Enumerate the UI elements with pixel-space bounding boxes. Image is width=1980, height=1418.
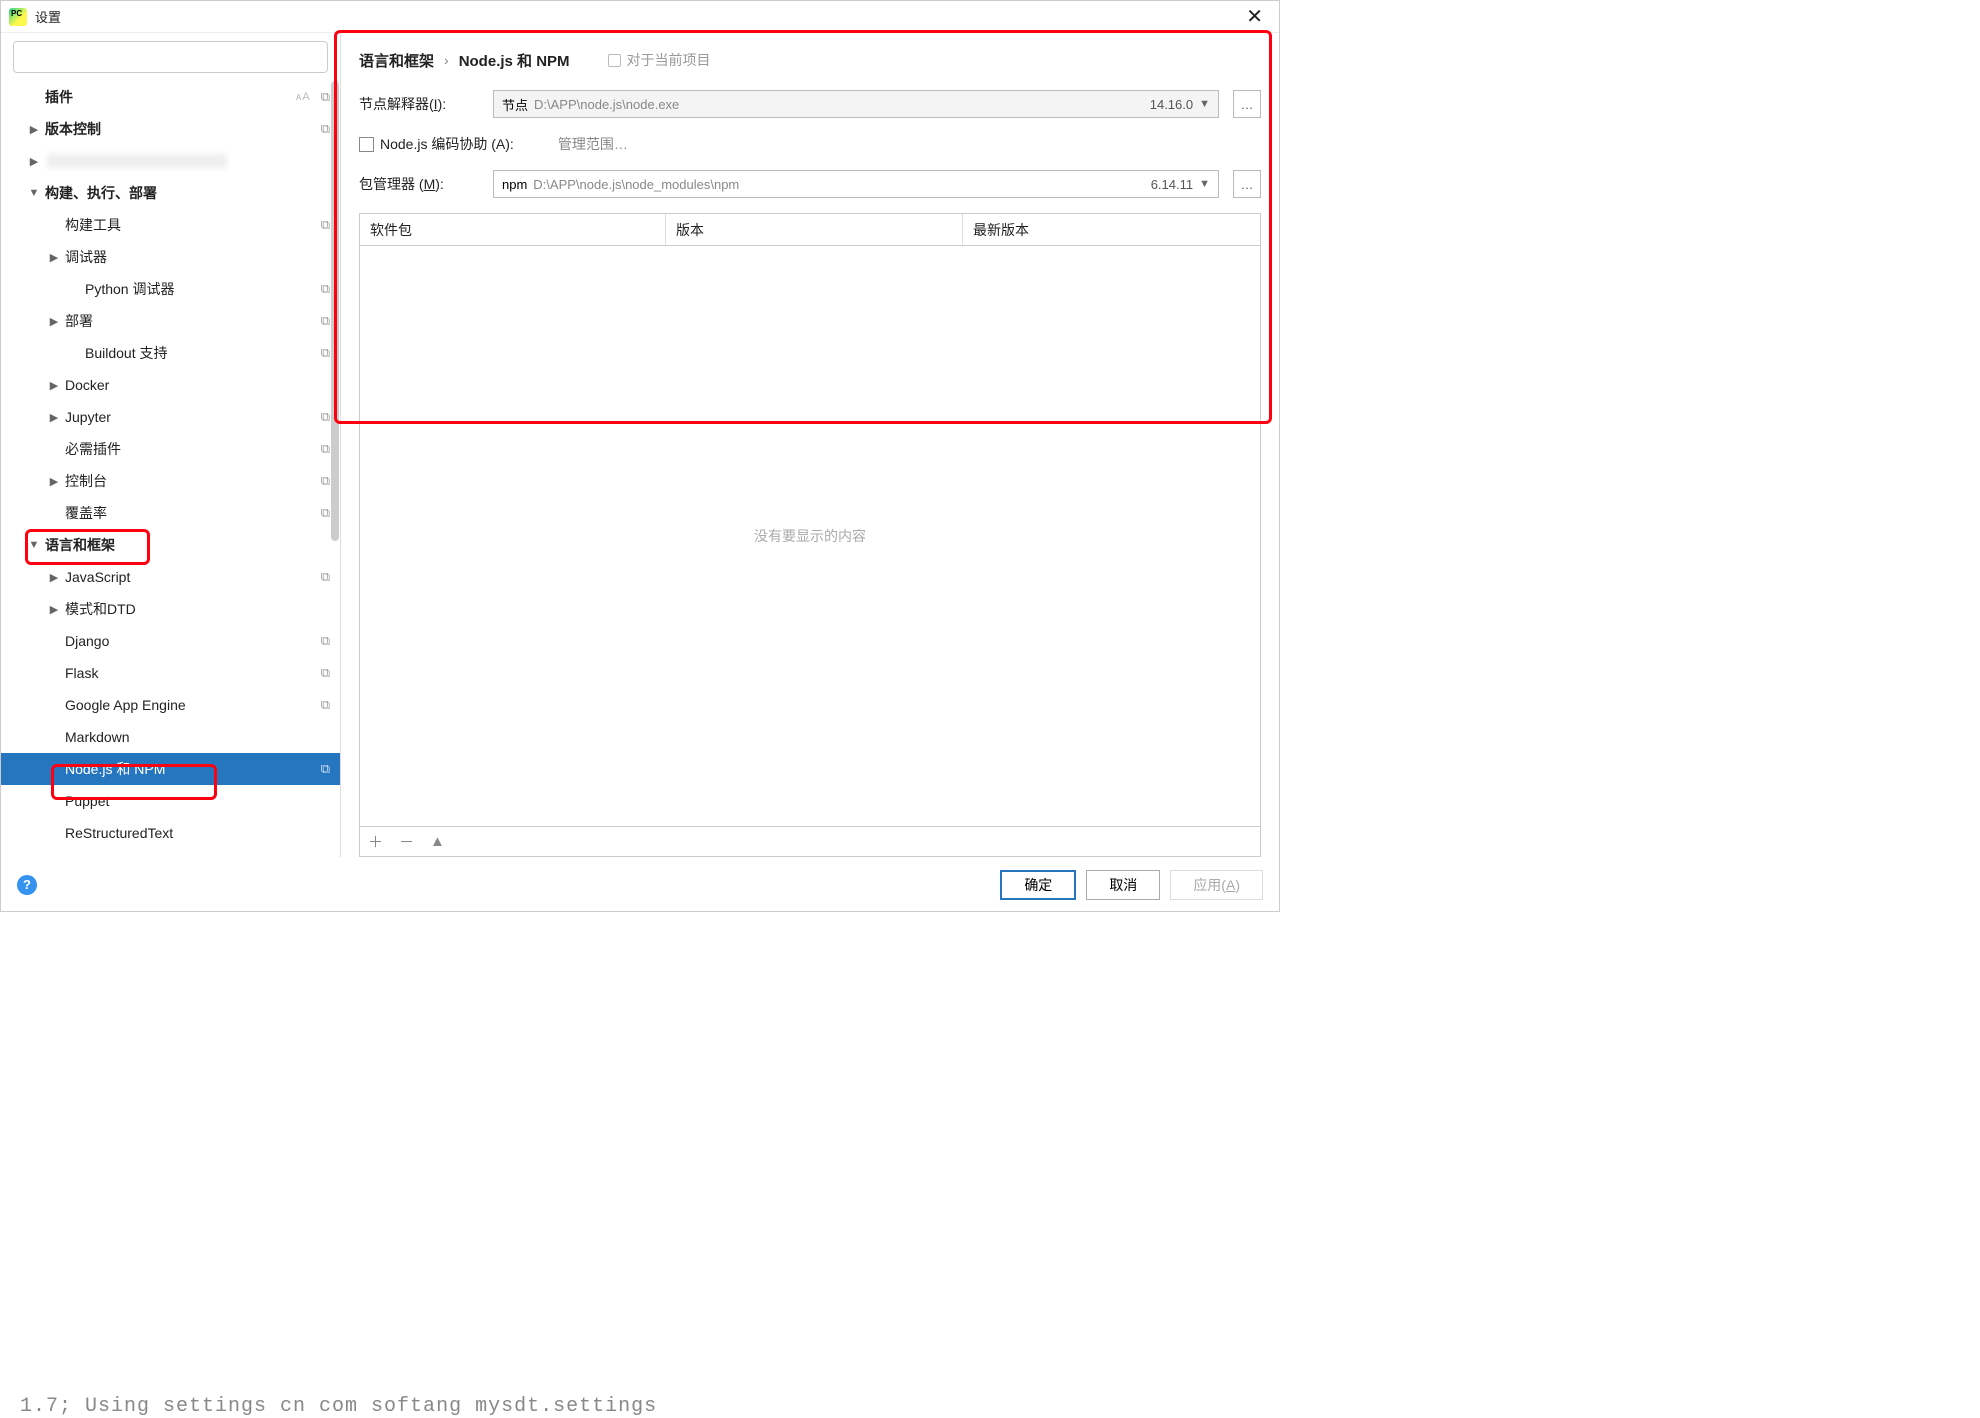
copy-icon: ⧉ [321,409,330,425]
crumb-lang-frameworks[interactable]: 语言和框架 [359,50,434,71]
copy-icon: ⧉ [321,217,330,233]
tree-item-coverage[interactable]: ▶覆盖率⧉ [1,497,340,529]
tree-item-docker[interactable]: ▶Docker [1,369,340,401]
tree-item-debugger[interactable]: ▶调试器 [1,241,340,273]
copy-icon: ⧉ [321,345,330,361]
settings-tree[interactable]: ▶插件ᴀA⧉ ▶版本控制⧉ ▶ ▼构建、执行、部署 ▶构建工具⧉ ▶调试器 ▶P… [1,81,340,857]
tree-item-version-control[interactable]: ▶版本控制⧉ [1,113,340,145]
tree-item-flask[interactable]: ▶Flask⧉ [1,657,340,689]
upgrade-package-button[interactable]: ▲ [430,833,445,850]
chevron-down-icon: ▼ [1199,98,1210,110]
tree-item-required-plugins[interactable]: ▶必需插件⧉ [1,433,340,465]
tree-item-plugins[interactable]: ▶插件ᴀA⧉ [1,81,340,113]
copy-icon: ⧉ [321,89,330,105]
tree-item-build-tools[interactable]: ▶构建工具⧉ [1,209,340,241]
tree-item-buildout[interactable]: ▶Buildout 支持⧉ [1,337,340,369]
package-manager-select[interactable]: npm D:\APP\node.js\node_modules\npm 6.14… [493,170,1219,198]
checkbox-icon [359,137,374,152]
manage-scope-link[interactable]: 管理范围… [558,134,628,154]
coding-assist-checkbox[interactable]: Node.js 编码协助 (A): [359,134,514,154]
copy-icon: ⧉ [321,313,330,329]
copy-icon: ⧉ [321,441,330,457]
copy-icon: ⧉ [321,665,330,681]
package-manager-browse-button[interactable]: … [1233,170,1261,198]
ok-button[interactable]: 确定 [1000,870,1076,900]
tree-item-jupyter[interactable]: ▶Jupyter⧉ [1,401,340,433]
dialog-title: 设置 [35,7,61,26]
tree-item-markdown[interactable]: ▶Markdown [1,721,340,753]
project-scope-hint: 对于当前项目 [608,50,711,70]
tree-item-lang-frameworks[interactable]: ▼语言和框架 [1,529,340,561]
lang-badge-icon: ᴀA [296,91,311,103]
tree-item-schema-dtd[interactable]: ▶模式和DTD [1,593,340,625]
packages-table: 软件包 版本 最新版本 没有要显示的内容 ＋ － ▲ [359,213,1261,857]
copy-icon: ⧉ [321,761,330,777]
tree-item-deploy[interactable]: ▶部署⧉ [1,305,340,337]
tree-item-python-debugger[interactable]: ▶Python 调试器⧉ [1,273,340,305]
col-latest[interactable]: 最新版本 [963,214,1260,245]
copy-icon: ⧉ [321,697,330,713]
tree-item-blurred[interactable]: ▶ [1,145,340,177]
copy-icon: ⧉ [321,473,330,489]
col-version[interactable]: 版本 [666,214,963,245]
copy-icon: ⧉ [321,633,330,649]
pycharm-icon [9,8,27,26]
chevron-down-icon: ▼ [27,187,41,199]
tree-item-build-exec-deploy[interactable]: ▼构建、执行、部署 [1,177,340,209]
settings-search-input[interactable] [13,41,328,73]
tree-item-django[interactable]: ▶Django⧉ [1,625,340,657]
tree-item-puppet[interactable]: ▶Puppet [1,785,340,817]
interpreter-label: 节点解释器(I): [359,94,479,114]
help-icon[interactable]: ? [17,875,37,895]
sidebar-scrollbar[interactable] [330,81,340,857]
apply-button: 应用(A) [1170,870,1263,900]
package-manager-label: 包管理器 (M): [359,174,479,194]
close-icon[interactable]: ✕ [1238,2,1271,31]
interpreter-browse-button[interactable]: … [1233,90,1261,118]
cancel-button[interactable]: 取消 [1086,870,1160,900]
chevron-down-icon: ▼ [1199,178,1210,190]
project-icon [608,54,621,67]
remove-package-button[interactable]: － [399,831,414,852]
chevron-down-icon: ▼ [27,539,41,551]
copy-icon: ⧉ [321,505,330,521]
tree-item-javascript[interactable]: ▶JavaScript⧉ [1,561,340,593]
tree-item-console[interactable]: ▶控制台⧉ [1,465,340,497]
tree-item-gae[interactable]: ▶Google App Engine⧉ [1,689,340,721]
copy-icon: ⧉ [321,121,330,137]
col-package[interactable]: 软件包 [360,214,666,245]
tree-item-restructuredtext[interactable]: ▶ReStructuredText [1,817,340,849]
add-package-button[interactable]: ＋ [368,831,383,852]
table-empty-text: 没有要显示的内容 [360,246,1260,826]
copy-icon: ⧉ [321,569,330,585]
breadcrumb: 语言和框架 › Node.js 和 NPM 对于当前项目 [341,33,1279,81]
chevron-right-icon: › [444,52,449,68]
copy-icon: ⧉ [321,281,330,297]
crumb-nodejs: Node.js 和 NPM [459,50,570,71]
tree-item-nodejs[interactable]: ▶Node.js 和 NPM⧉ [1,753,340,785]
background-terminal-text: 1.7; Using settings cn com softang mysdt… [20,1395,657,1418]
node-interpreter-select[interactable]: 节点 D:\APP\node.js\node.exe 14.16.0 ▼ [493,90,1219,118]
